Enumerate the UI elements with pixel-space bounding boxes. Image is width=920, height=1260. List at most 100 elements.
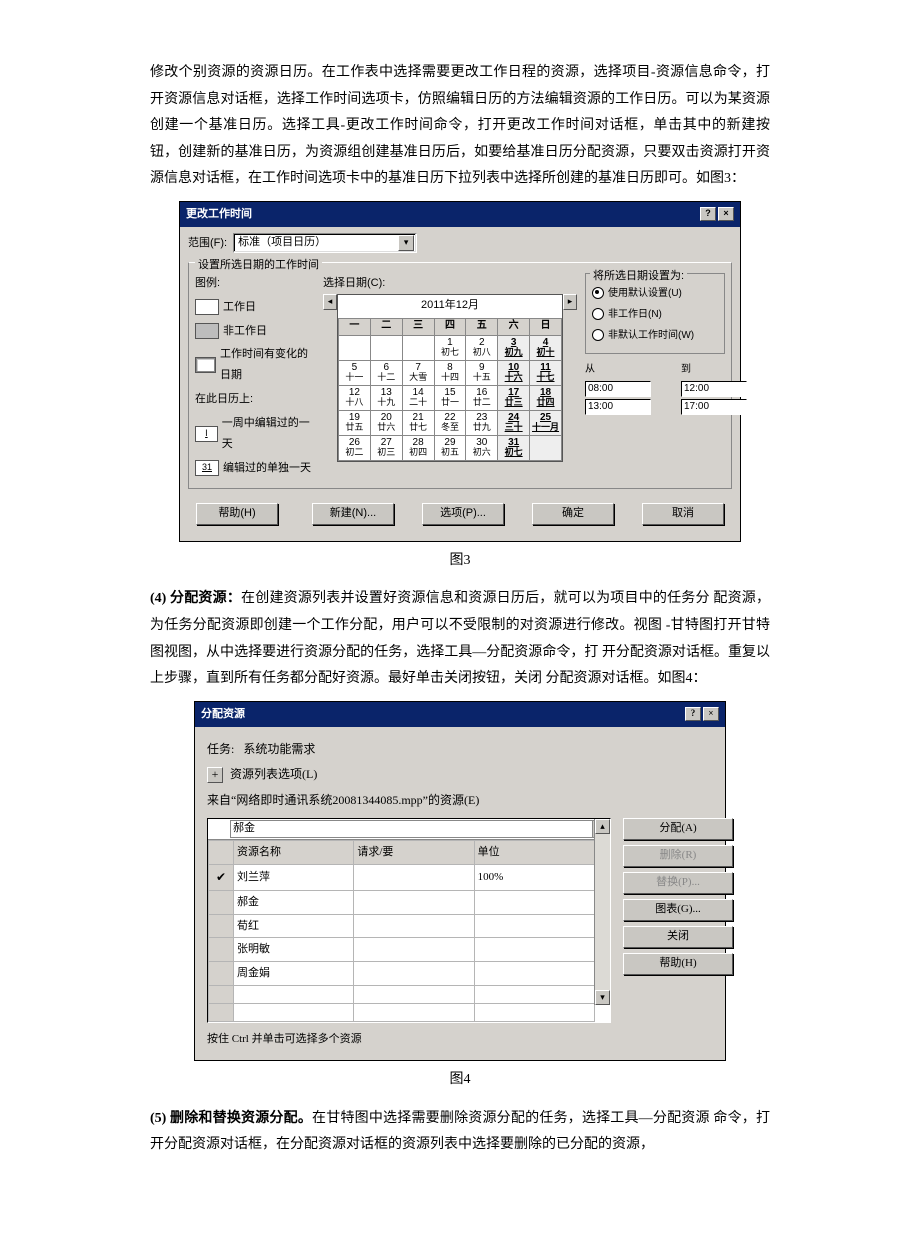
calendar-cell[interactable]: 30初六 — [466, 435, 498, 460]
from-time-1[interactable]: 08:00 — [585, 381, 651, 397]
table-row[interactable]: ✔刘兰萍100% — [209, 864, 595, 890]
range-label: 范围(F): — [188, 233, 227, 254]
column-header[interactable]: 单位 — [474, 841, 594, 865]
calendar-cell[interactable]: 14二十 — [402, 385, 434, 410]
cancel-button[interactable]: 取消 — [642, 503, 724, 525]
remove-button[interactable]: 删除(R) — [623, 845, 733, 867]
calendar-cell[interactable]: 22冬至 — [434, 410, 466, 435]
paragraph-4: (4) 分配资源：在创建资源列表并设置好资源信息和资源日历后，就可以为项目中的任… — [150, 586, 770, 692]
calendar-cell[interactable] — [402, 335, 434, 360]
calendar-cell[interactable]: 3初九 — [498, 335, 530, 360]
figure4-caption: 图4 — [150, 1067, 770, 1094]
working-time-fieldset: 设置所选日期的工作时间 图例: 工作日 非工作日 工作时间有变化的日期 在此日历… — [188, 262, 732, 489]
help-button[interactable]: 帮助(H) — [196, 503, 278, 525]
next-month-button[interactable]: ▸ — [563, 294, 577, 310]
calendar-cell[interactable]: 13十九 — [370, 385, 402, 410]
set-as-fieldset: 将所选日期设置为: 使用默认设置(U) 非工作日(N) 非默认工作时间(W) — [585, 273, 725, 354]
calendar-cell[interactable] — [339, 335, 371, 360]
legend-work: 工作日 — [223, 297, 256, 318]
from-time-2[interactable]: 13:00 — [585, 399, 651, 415]
scroll-down-icon[interactable]: ▾ — [595, 990, 610, 1005]
close-icon[interactable]: × — [718, 207, 734, 221]
assign-button[interactable]: 分配(A) — [623, 818, 733, 840]
from-label: 从 — [585, 360, 651, 379]
calendar-cell[interactable]: 12十八 — [339, 385, 371, 410]
calendar-cell[interactable]: 10十六 — [498, 360, 530, 385]
dialog-title: 更改工作时间 — [186, 204, 252, 225]
calendar-cell[interactable]: 2初八 — [466, 335, 498, 360]
calendar-cell[interactable]: 18廿四 — [530, 385, 562, 410]
ok-button[interactable]: 确定 — [532, 503, 614, 525]
scroll-up-icon[interactable]: ▴ — [595, 819, 610, 834]
options-button[interactable]: 选项(P)... — [422, 503, 504, 525]
table-row[interactable] — [209, 986, 595, 1004]
calendar-cell[interactable]: 27初三 — [370, 435, 402, 460]
weekday-header: 日 — [530, 318, 562, 335]
calendar-cell[interactable]: 11十七 — [530, 360, 562, 385]
legend-edited-single: 编辑过的单独一天 — [223, 458, 311, 479]
calendar-cell[interactable]: 25十一月 — [530, 410, 562, 435]
paragraph-5: (5) 删除和替换资源分配。在甘特图中选择需要删除资源分配的任务，选择工具—分配… — [150, 1106, 770, 1159]
radio-nondefault-label: 非默认工作时间(W) — [608, 326, 694, 345]
range-dropdown[interactable]: 标准（项目日历） — [233, 233, 417, 253]
to-time-2[interactable]: 17:00 — [681, 399, 747, 415]
legend-work-swatch — [195, 299, 219, 315]
to-time-1[interactable]: 12:00 — [681, 381, 747, 397]
calendar-cell[interactable]: 15廿一 — [434, 385, 466, 410]
calendar-cell[interactable]: 19廿五 — [339, 410, 371, 435]
radio-nonworking-label: 非工作日(N) — [608, 305, 662, 324]
paragraph-1: 修改个别资源的资源日历。在工作表中选择需要更改工作日程的资源，选择项目-资源信息… — [150, 60, 770, 193]
weekday-header: 二 — [370, 318, 402, 335]
dialog-titlebar: 更改工作时间 ? × — [180, 202, 740, 227]
help-icon[interactable]: ? — [685, 707, 701, 721]
prev-month-button[interactable]: ◂ — [323, 294, 337, 310]
calendar-cell[interactable]: 8十四 — [434, 360, 466, 385]
table-row[interactable] — [209, 1004, 595, 1022]
change-working-time-dialog: 更改工作时间 ? × 范围(F): 标准（项目日历） 设置所选日期的工作时间 图… — [179, 201, 741, 542]
table-row[interactable]: 郝金 — [209, 890, 595, 914]
column-header[interactable]: 资源名称 — [234, 841, 354, 865]
calendar-cell[interactable]: 26初二 — [339, 435, 371, 460]
calendar-cell[interactable]: 29初五 — [434, 435, 466, 460]
combo-value: 郝金 — [233, 822, 255, 834]
close-button[interactable]: 关闭 — [623, 926, 733, 948]
calendar-cell[interactable]: 23廿九 — [466, 410, 498, 435]
calendar-cell[interactable]: 31初七 — [498, 435, 530, 460]
legend-31-swatch: 31 — [195, 460, 219, 476]
resource-grid[interactable]: 郝金 资源名称请求/要单位✔刘兰萍100%郝金荀红张明敏周金娟 ▴ ▾ — [207, 818, 611, 1023]
list-options-label: 资源列表选项(L) — [230, 767, 317, 781]
calendar[interactable]: 2011年12月 一二三四五六日1初七2初八3初九4初十5十一6十二7大雪8十四… — [337, 294, 563, 462]
table-row[interactable]: 荀红 — [209, 914, 595, 938]
calendar-cell[interactable] — [530, 435, 562, 460]
help-button[interactable]: 帮助(H) — [623, 953, 733, 975]
help-icon[interactable]: ? — [700, 207, 716, 221]
calendar-cell[interactable]: 21廿七 — [402, 410, 434, 435]
scrollbar[interactable]: ▴ ▾ — [594, 819, 610, 1005]
calendar-cell[interactable]: 5十一 — [339, 360, 371, 385]
assign-resources-dialog: 分配资源 ? × 任务: 系统功能需求 + 资源列表选项(L) 来自“网络即时通… — [194, 701, 726, 1061]
calendar-cell[interactable] — [370, 335, 402, 360]
legend-edited-week: 一周中编辑过的一天 — [222, 413, 315, 455]
radio-nondefault[interactable]: 非默认工作时间(W) — [592, 326, 718, 345]
close-icon[interactable]: × — [703, 707, 719, 721]
resource-combo[interactable]: 郝金 — [230, 820, 608, 838]
calendar-cell[interactable]: 16廿二 — [466, 385, 498, 410]
radio-nonworking[interactable]: 非工作日(N) — [592, 305, 718, 324]
calendar-cell[interactable]: 17廿三 — [498, 385, 530, 410]
calendar-cell[interactable]: 20廿六 — [370, 410, 402, 435]
calendar-cell[interactable]: 9十五 — [466, 360, 498, 385]
expand-button[interactable]: + — [207, 767, 223, 783]
new-button[interactable]: 新建(N)... — [312, 503, 394, 525]
column-header[interactable]: 请求/要 — [354, 841, 474, 865]
table-row[interactable]: 张明敏 — [209, 938, 595, 962]
calendar-cell[interactable]: 4初十 — [530, 335, 562, 360]
graph-button[interactable]: 图表(G)... — [623, 899, 733, 921]
calendar-cell[interactable]: 1初七 — [434, 335, 466, 360]
table-row[interactable]: 周金娟 — [209, 962, 595, 986]
calendar-cell[interactable]: 6十二 — [370, 360, 402, 385]
calendar-cell[interactable]: 7大雪 — [402, 360, 434, 385]
legend-changed-swatch — [195, 357, 216, 373]
calendar-cell[interactable]: 28初四 — [402, 435, 434, 460]
replace-button[interactable]: 替换(P)... — [623, 872, 733, 894]
calendar-cell[interactable]: 24三十 — [498, 410, 530, 435]
